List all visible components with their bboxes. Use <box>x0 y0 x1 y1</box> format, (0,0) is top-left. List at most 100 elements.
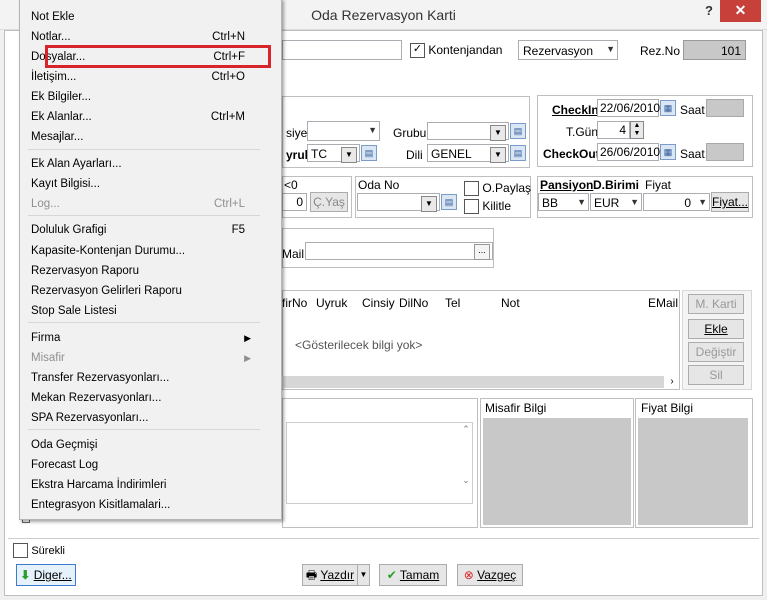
menu-item-shortcut: Ctrl+N <box>212 31 245 43</box>
fiyat-bilgi-label: Fiyat Bilgi <box>641 401 694 415</box>
ekle-button[interactable]: Ekle <box>688 319 744 339</box>
empty-grid-text: <Gösterilecek bilgi yok> <box>295 338 423 352</box>
lookup-icon[interactable]: ▤ <box>441 194 457 210</box>
notes-textarea[interactable] <box>286 422 473 504</box>
mkarti-button[interactable]: M. Karti <box>688 294 744 314</box>
column-header[interactable]: Tel <box>445 296 460 310</box>
email-input[interactable]: ... <box>305 242 493 260</box>
menu-item[interactable]: Stop Sale Listesi <box>31 301 259 321</box>
pansiyon-label: Pansiyon <box>540 178 594 192</box>
submenu-arrow-icon: ▶ <box>244 353 251 363</box>
menu-item[interactable]: Kapasite-Kontenjan Durumu... <box>31 241 259 261</box>
odano-label: Oda No <box>358 178 400 192</box>
spin-buttons[interactable]: ▲ ▼ <box>630 121 644 139</box>
lookup-icon[interactable]: ▤ <box>361 145 377 161</box>
lookup-icon[interactable]: ▤ <box>510 123 526 139</box>
menu-item-label: Stop Sale Listesi <box>31 305 117 317</box>
cyas-button[interactable]: Ç.Yaş <box>310 192 348 212</box>
lookup-icon[interactable]: ▤ <box>510 145 526 161</box>
degistir-button[interactable]: Değiştir <box>688 342 744 362</box>
menu-item-label: Kayıt Bilgisi... <box>31 178 101 190</box>
submenu-arrow-icon: ▶ <box>244 333 251 343</box>
dili-label: Dili <box>406 148 423 162</box>
close-button[interactable]: ✕ <box>720 0 761 22</box>
sil-button[interactable]: Sil <box>688 365 744 385</box>
menu-item[interactable]: Firma ▶ <box>31 328 259 348</box>
menu-item[interactable]: Not Ekle <box>31 7 259 27</box>
currency-select[interactable]: EUR ▼ <box>590 193 642 211</box>
checkout-label: CheckOut <box>543 147 600 161</box>
calendar-icon[interactable]: ▦ <box>660 144 676 160</box>
menu-item[interactable]: Log... Ctrl+L <box>31 194 259 214</box>
checkin-input[interactable]: 22/06/2010 <box>597 99 660 117</box>
tgun-input[interactable]: 4 <box>597 121 630 139</box>
menu-item[interactable]: Ek Bilgiler... <box>31 87 259 107</box>
menu-item[interactable]: Rezervasyon Raporu <box>31 261 259 281</box>
menu-item[interactable]: SPA Rezervasyonları... <box>31 408 259 428</box>
scroll-right-icon[interactable]: › <box>666 376 678 388</box>
menu-item[interactable]: Transfer Rezervasyonları... <box>31 368 259 388</box>
menu-item[interactable]: Misafir ▶ <box>31 348 259 368</box>
menu-item[interactable]: Ekstra Harcama İndirimleri <box>31 475 259 495</box>
yazdir-dropdown[interactable]: ▼ <box>357 564 370 586</box>
menu-item[interactable]: Doluluk Grafigi F5 <box>31 220 259 240</box>
fiyat-select[interactable]: 0 ▼ <box>643 193 710 211</box>
menu-item-label: Kapasite-Kontenjan Durumu... <box>31 245 186 257</box>
dili-select[interactable]: GENEL ▼ <box>427 144 509 163</box>
misafir-bilgi-content[interactable] <box>483 418 631 525</box>
grubu-select[interactable]: ▼ <box>427 122 509 141</box>
opaylas-checkbox[interactable]: O.Paylaş <box>464 181 531 197</box>
menu-item-label: Notlar... <box>31 31 71 43</box>
print-icon: 🖶 <box>305 568 318 582</box>
column-header[interactable]: EMail <box>648 296 678 310</box>
room-select[interactable]: ▼ <box>357 193 440 212</box>
diger-button[interactable]: ⬇ Diger... <box>16 564 76 586</box>
menu-item[interactable]: Mekan Rezervasyonları... <box>31 388 259 408</box>
column-header[interactable]: Not <box>501 296 520 310</box>
more-icon[interactable]: ... <box>474 244 490 260</box>
checkout-input[interactable]: 26/06/2010 <box>597 143 660 161</box>
menu-item[interactable]: Kayıt Bilgisi... <box>31 174 259 194</box>
column-header[interactable]: DilNo <box>399 296 428 310</box>
horizontal-scrollbar[interactable] <box>282 376 664 388</box>
column-header[interactable]: firNo <box>282 296 307 310</box>
menu-item[interactable]: Mesajlar... <box>31 127 259 147</box>
saat-label: Saat <box>680 147 705 161</box>
menu-item[interactable]: Entegrasyon Kisitlamalari... <box>31 495 259 515</box>
menu-item-label: Misafir <box>31 352 65 364</box>
rezno-value: 101 <box>683 40 746 60</box>
checkin-time-input[interactable] <box>706 99 744 117</box>
menu-item[interactable]: Rezervasyon Gelirleri Raporu <box>31 281 259 301</box>
calendar-icon[interactable]: ▦ <box>660 100 676 116</box>
vazgec-button[interactable]: ⊗ Vazgeç <box>457 564 523 586</box>
fiyat-bilgi-content[interactable] <box>638 418 748 525</box>
surekli-checkbox[interactable]: Sürekli <box>13 543 65 559</box>
menu-item[interactable]: Oda Geçmişi <box>31 435 259 455</box>
guest-name-input[interactable] <box>282 40 402 60</box>
chevron-down-icon: ▼ <box>490 147 506 163</box>
tamam-button[interactable]: ✔ Tamam <box>379 564 447 586</box>
column-header[interactable]: Uyruk <box>316 296 347 310</box>
kontenjandan-checkbox[interactable]: ✓ Kontenjandan <box>410 43 502 59</box>
children-count-input[interactable]: 0 <box>282 193 307 211</box>
kilitle-checkbox[interactable]: Kilitle <box>464 199 511 215</box>
menu-item[interactable]: Forecast Log <box>31 455 259 475</box>
menu-item[interactable]: İletişim... Ctrl+O <box>31 67 259 87</box>
yazdir-button[interactable]: 🖶 Yazdır <box>302 564 358 586</box>
checkout-time-input[interactable] <box>706 143 744 161</box>
pansiyon-select[interactable]: BB ▼ <box>538 193 589 211</box>
uyruk-select[interactable]: TC ▼ <box>307 144 360 163</box>
cinsiyet-select[interactable]: ▼ <box>307 121 380 141</box>
help-button[interactable]: ? <box>698 0 720 22</box>
notes-scrollbar[interactable]: ⌃ ⌄ <box>460 424 472 504</box>
menu-item[interactable]: Ek Alan Ayarları... <box>31 154 259 174</box>
menu-item[interactable]: Ek Alanlar... Ctrl+M <box>31 107 259 127</box>
rezno-label: Rez.No <box>640 44 681 58</box>
chevron-down-icon: ▼ <box>698 197 707 207</box>
column-header[interactable]: Cinsiy <box>362 296 395 310</box>
email-label: Mail <box>282 247 305 261</box>
fiyat-button[interactable]: Fiyat... <box>711 192 749 212</box>
reservation-type-select[interactable]: Rezervasyon ▼ <box>518 40 618 60</box>
menu-item[interactable]: Notlar... Ctrl+N <box>31 27 259 47</box>
saat-label: Saat <box>680 103 705 117</box>
